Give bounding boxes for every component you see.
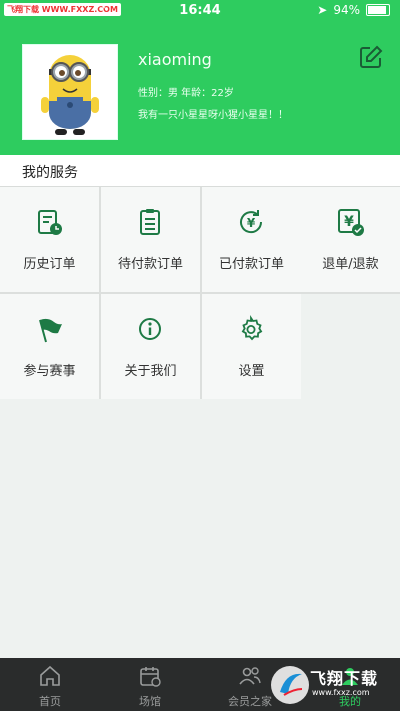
- services-title-text: 我的服务: [22, 165, 78, 181]
- tab-home[interactable]: 首页: [0, 658, 100, 711]
- tab-label: 首页: [39, 695, 61, 708]
- service-pending-payment[interactable]: 待付款订单: [101, 187, 200, 292]
- services-grid: 历史订单 待付款订单 ¥ 已付款订单 ¥ 退单/退款 参与赛事 关于我们 设置: [0, 187, 400, 399]
- service-about-us[interactable]: 关于我们: [101, 294, 200, 399]
- service-label: 退单/退款: [322, 257, 379, 272]
- tab-label: 场馆: [139, 695, 161, 708]
- watermark-text: 飞翔下载: [310, 669, 379, 688]
- service-refund[interactable]: ¥ 退单/退款: [301, 187, 400, 292]
- user-bio: 我有一只小星星呀小猩小星星！！: [138, 110, 288, 121]
- edit-icon: [360, 45, 383, 68]
- avatar[interactable]: [22, 44, 118, 140]
- services-section-title: 我的服务: [0, 155, 400, 187]
- service-label: 已付款订单: [218, 257, 284, 272]
- status-bar: 飞翔下载 WWW.FXXZ.COM ◠ 16:44 ➤ 94%: [0, 0, 400, 20]
- service-history-orders[interactable]: 历史订单: [0, 187, 99, 292]
- refund-icon: ¥: [338, 209, 364, 236]
- paid-order-icon: ¥: [240, 210, 263, 234]
- pending-payment-icon: [140, 209, 160, 235]
- minion-avatar-image: [23, 45, 117, 139]
- service-empty-cell: [301, 294, 400, 399]
- profile-header: xiaoming 性别：男 年龄：22岁 我有一只小星星呀小猩小星星！！: [0, 20, 400, 155]
- service-settings[interactable]: 设置: [202, 294, 301, 399]
- info-icon: [139, 318, 161, 340]
- service-join-events[interactable]: 参与赛事: [0, 294, 99, 399]
- service-label: 参与赛事: [23, 364, 76, 379]
- service-label: 设置: [238, 364, 265, 379]
- tab-venues[interactable]: 场馆: [100, 658, 200, 711]
- service-paid-orders[interactable]: ¥ 已付款订单: [202, 187, 301, 292]
- watermark-url: www.fxxz.com: [312, 688, 370, 697]
- flag-icon: [39, 318, 62, 343]
- service-label: 历史订单: [23, 257, 76, 272]
- watermark: 飞翔下载 www.fxxz.com: [268, 662, 398, 708]
- service-label: 待付款订单: [117, 257, 183, 272]
- user-info: 性别：男 年龄：22岁: [138, 88, 234, 99]
- history-order-icon: [38, 210, 62, 235]
- edit-profile-button[interactable]: [358, 44, 384, 70]
- battery-percent: 94%: [333, 3, 360, 17]
- gear-icon: [241, 315, 263, 341]
- battery-icon: [366, 4, 390, 16]
- home-icon: [40, 665, 60, 686]
- members-icon: [239, 667, 261, 685]
- service-label: 关于我们: [124, 364, 177, 379]
- svg-text:¥: ¥: [247, 216, 256, 230]
- location-icon: ➤: [317, 3, 328, 17]
- status-right: ➤ 94%: [317, 3, 390, 17]
- calendar-icon: [140, 667, 161, 687]
- username: xiaoming: [138, 50, 212, 69]
